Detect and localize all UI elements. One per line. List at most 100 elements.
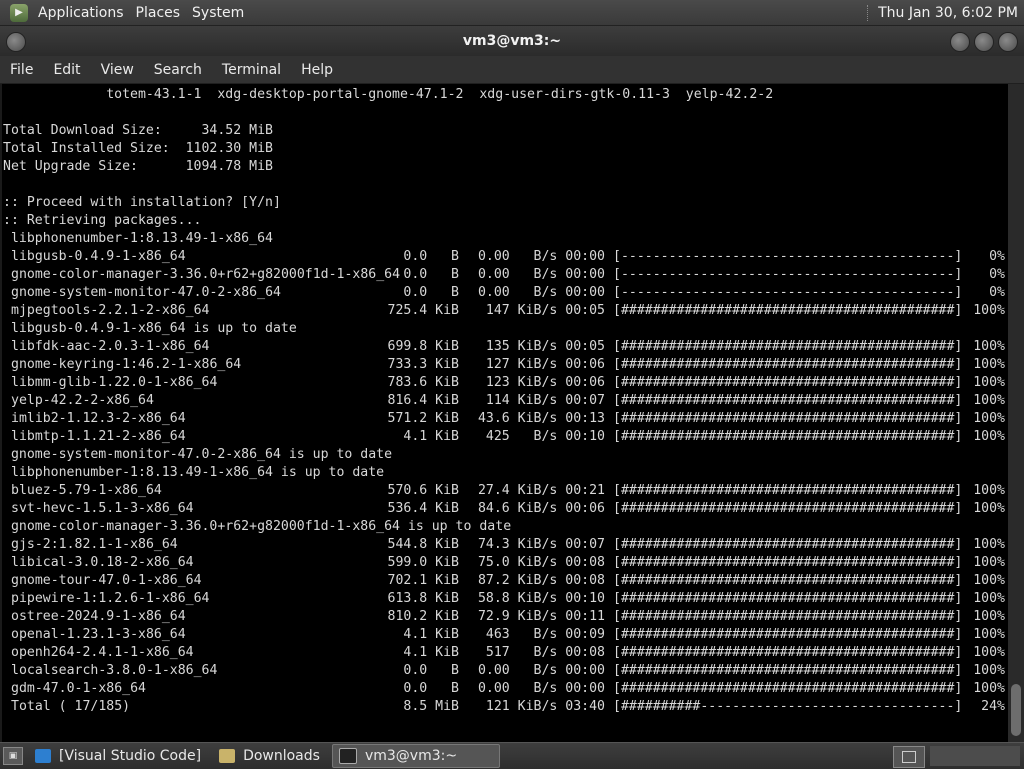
package-name: pipewire-1:1.2.6-1-x86_64 [11,591,210,606]
download-size: 702.1 KiB [387,573,459,588]
workspace-icon [902,751,916,763]
download-rate-eta: 425 B/s 00:10 [485,429,605,444]
download-progress-row: gnome-color-manager-3.36.0+r62+g82000f1d… [3,266,1007,284]
terminal-line: gnome-system-monitor-47.0-2-x86_64 is up… [3,447,393,462]
download-size: 810.2 KiB [387,609,459,624]
close-button[interactable] [998,32,1018,52]
progress-percent: 100% [973,429,1005,444]
download-rate-eta: 27.4 KiB/s 00:21 [477,483,605,498]
gnome-foot-icon[interactable]: ▶ [10,3,28,22]
scrollbar-thumb[interactable] [1011,684,1021,736]
package-name: libgusb-0.4.9-1-x86_64 [11,249,186,264]
package-name: openh264-2.4.1-1-x86_64 [11,645,194,660]
download-progress-row: ostree-2024.9-1-x86_64 810.2 KiB 72.9 KiB/… [3,608,1007,626]
download-progress-row: libfdk-aac-2.0.3-1-x86_64 699.8 KiB 135 Ki… [3,338,1007,356]
task-label: Downloads [243,748,320,764]
download-rate-eta: 72.9 KiB/s 00:11 [477,609,605,624]
download-progress-row: libical-3.0.18-2-x86_64 599.0 KiB 75.0 KiB… [3,554,1007,572]
terminal-line: :: Retrieving packages... [3,213,202,228]
workspace-switcher[interactable] [893,746,925,768]
terminal-line: libphonenumber-1:8.13.49-1-x86_64 [3,231,273,246]
download-size: 0.0 B [403,681,459,696]
progress-percent: 100% [973,645,1005,660]
download-size: 544.8 KiB [387,537,459,552]
window-titlebar[interactable]: vm3@vm3:~ [0,26,1024,56]
package-name: localsearch-3.8.0-1-x86_64 [11,663,218,678]
menu-search[interactable]: Search [144,62,212,78]
minimize-button[interactable] [950,32,970,52]
progress-percent: 100% [973,357,1005,372]
menu-edit[interactable]: Edit [43,62,90,78]
progress-percent: 100% [973,501,1005,516]
maximize-button[interactable] [974,32,994,52]
progress-bar: [#######################################… [613,393,963,408]
download-size: 8.5 MiB [403,699,459,714]
show-desktop-icon[interactable]: ▣ [3,747,23,765]
package-name: gjs-2:1.82.1-1-x86_64 [11,537,178,552]
menu-view[interactable]: View [91,62,144,78]
task-vscode[interactable]: [Visual Studio Code] [29,745,207,767]
progress-percent: 100% [973,627,1005,642]
download-rate-eta: 135 KiB/s 00:05 [485,339,605,354]
progress-bar: [#######################################… [613,375,963,390]
system-menu[interactable]: System [186,5,250,21]
download-rate-eta: 58.8 KiB/s 00:10 [477,591,605,606]
download-rate-eta: 0.00 B/s 00:00 [477,681,605,696]
window-menu-button[interactable] [6,32,26,52]
workspace-area[interactable] [930,746,1020,766]
download-size: 699.8 KiB [387,339,459,354]
menu-help[interactable]: Help [291,62,343,78]
panel-clock[interactable]: Thu Jan 30, 6:02 PM [878,5,1024,21]
progress-percent: 0% [989,267,1005,282]
download-progress-row: gdm-47.0-1-x86_64 0.0 B 0.00 B/s 00:00 [###… [3,680,1007,698]
vscode-icon [35,749,51,763]
download-size: 4.1 KiB [403,627,459,642]
progress-percent: 100% [973,393,1005,408]
download-size: 0.0 B [403,249,459,264]
progress-percent: 100% [973,537,1005,552]
download-size: 0.0 B [403,267,459,282]
progress-bar: [#######################################… [613,537,963,552]
progress-bar: [#######################################… [613,681,963,696]
progress-bar: [---------------------------------------… [613,285,963,300]
download-progress-row: mjpegtools-2.2.1-2-x86_64 725.4 KiB 147 Ki… [3,302,1007,320]
download-rate-eta: 0.00 B/s 00:00 [477,285,605,300]
progress-bar: [#######################################… [613,663,963,678]
terminal-line: Net Upgrade Size: 1094.78 MiB [3,159,273,174]
menu-terminal[interactable]: Terminal [212,62,291,78]
package-name: mjpegtools-2.2.1-2-x86_64 [11,303,210,318]
progress-bar: [#######################################… [613,411,963,426]
download-rate-eta: 463 B/s 00:09 [485,627,605,642]
applications-menu[interactable]: Applications [32,5,130,21]
places-menu[interactable]: Places [130,5,187,21]
package-name: libfdk-aac-2.0.3-1-x86_64 [11,339,210,354]
download-progress-row: libmm-glib-1.22.0-1-x86_64 783.6 KiB 123 K… [3,374,1007,392]
top-panel: ▶ Applications Places System Thu Jan 30,… [0,0,1024,26]
progress-percent: 100% [973,591,1005,606]
progress-bar: [#######################################… [613,303,963,318]
progress-bar: [#######################################… [613,429,963,444]
task-downloads[interactable]: Downloads [213,745,326,767]
package-name: imlib2-1.12.3-2-x86_64 [11,411,186,426]
progress-bar: [#######################################… [613,627,963,642]
terminal-output[interactable]: totem-43.1-1 xdg-desktop-portal-gnome-47… [2,84,1008,742]
download-rate-eta: 517 B/s 00:08 [485,645,605,660]
download-size: 816.4 KiB [387,393,459,408]
menu-file[interactable]: File [0,62,43,78]
download-rate-eta: 84.6 KiB/s 00:06 [477,501,605,516]
terminal-line: libphonenumber-1:8.13.49-1-x86_64 is up … [3,465,385,480]
package-name: libmm-glib-1.22.0-1-x86_64 [11,375,218,390]
package-name: gdm-47.0-1-x86_64 [11,681,146,696]
progress-percent: 100% [973,339,1005,354]
download-size: 0.0 B [403,285,459,300]
download-size: 599.0 KiB [387,555,459,570]
package-name: openal-1.23.1-3-x86_64 [11,627,186,642]
terminal-scrollbar[interactable] [1008,84,1024,742]
progress-bar: [#######################################… [613,339,963,354]
download-progress-row: libmtp-1.1.21-2-x86_64 4.1 KiB 425 B/s 00:… [3,428,1007,446]
download-rate-eta: 147 KiB/s 00:05 [485,303,605,318]
task-terminal[interactable]: vm3@vm3:~ [331,744,500,768]
folder-icon [219,749,236,763]
package-name: bluez-5.79-1-x86_64 [11,483,162,498]
download-rate-eta: 43.6 KiB/s 00:13 [477,411,605,426]
